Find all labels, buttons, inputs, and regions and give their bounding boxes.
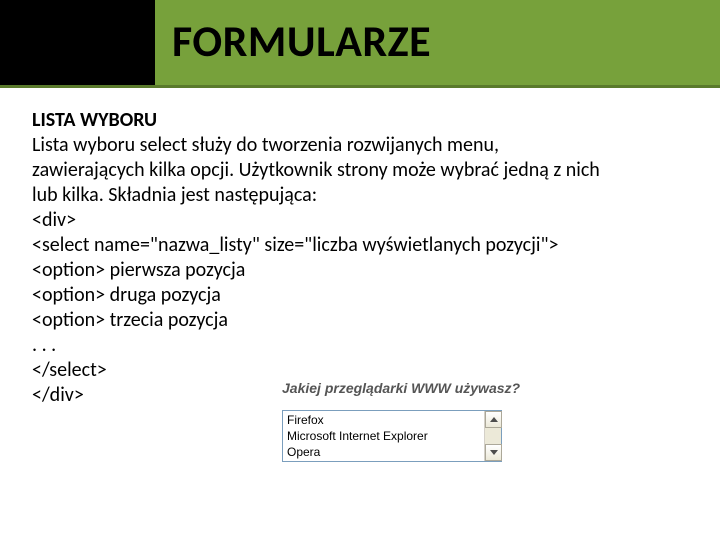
body-line: <option> pierwsza pozycja [32, 258, 688, 283]
example-label: Jakiej przeglądarki WWW używasz? [282, 380, 682, 396]
header-bar: FORMULARZE [0, 0, 720, 88]
chevron-down-icon [490, 450, 498, 455]
body-line: <div> [32, 208, 688, 233]
section-subtitle: LISTA WYBORU [32, 108, 688, 133]
example-area: Jakiej przeglądarki WWW używasz? Firefox… [282, 380, 682, 462]
slide-title: FORMULARZE [172, 14, 431, 68]
body-line: <select name="nazwa_listy" size="liczba … [32, 233, 688, 258]
chevron-up-icon [490, 417, 498, 422]
listbox-inner: Firefox Microsoft Internet Explorer Oper… [283, 411, 501, 461]
scroll-down-button[interactable] [485, 444, 502, 461]
header-accent-block [0, 0, 155, 85]
body-line: . . . [32, 333, 688, 358]
scroll-up-button[interactable] [485, 411, 502, 428]
listbox-option[interactable]: Firefox [283, 412, 501, 428]
body-line: Lista wyboru select służy do tworzenia r… [32, 133, 688, 158]
body-line: lub kilka. Składnia jest następująca: [32, 183, 688, 208]
body-line: zawierających kilka opcji. Użytkownik st… [32, 158, 688, 183]
listbox-option[interactable]: Microsoft Internet Explorer [283, 428, 501, 444]
body-line: <option> trzecia pozycja [32, 308, 688, 333]
browser-select-listbox[interactable]: Firefox Microsoft Internet Explorer Oper… [282, 410, 502, 462]
listbox-option[interactable]: Opera [283, 444, 501, 460]
body-line: <option> druga pozycja [32, 283, 688, 308]
scrollbar[interactable] [484, 411, 501, 461]
content-area: LISTA WYBORU Lista wyboru select służy d… [0, 88, 720, 408]
